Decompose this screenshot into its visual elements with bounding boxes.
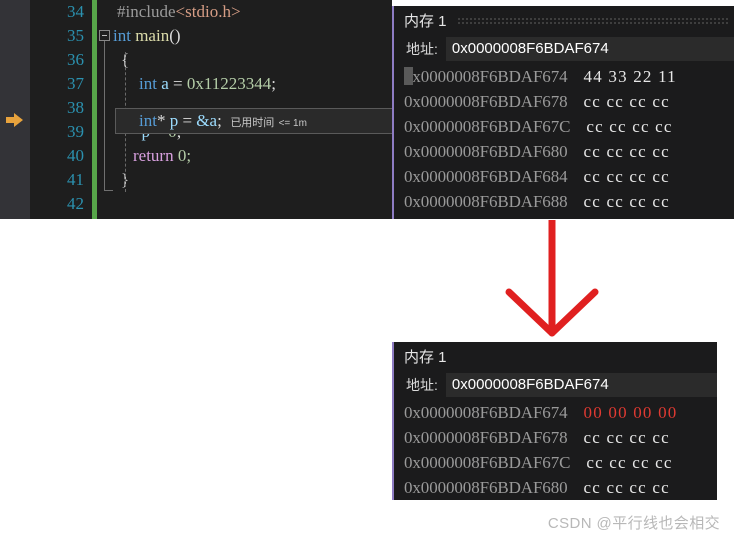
line-number: 34 xyxy=(67,2,84,21)
line-number: 41 xyxy=(67,170,84,189)
memory-row-address: 0x0000008F6BDAF674 xyxy=(404,403,568,422)
current-statement-text: int* p = &a; 已用时间 <= 1m xyxy=(139,111,307,130)
watermark-text: CSDN @平行线也会相交 xyxy=(547,515,720,532)
function-name-token: main xyxy=(135,26,170,45)
memory-row-bytes: 00 00 00 00 xyxy=(583,403,678,422)
address-input[interactable]: 0x0000008F6BDAF674 xyxy=(445,37,734,61)
number-token: 0; xyxy=(177,146,192,165)
memory-row[interactable]: 0x0000008F6BDAF680 cc cc cc cc xyxy=(394,139,734,164)
memory-row-address: 0x0000008F6BDAF680 xyxy=(404,478,568,497)
breakpoint-margin[interactable] xyxy=(0,0,30,219)
address-label: 地址: xyxy=(406,41,438,57)
memory-window-top[interactable]: 内存 1 地址: 0x0000008F6BDAF674 0x0000008F6B… xyxy=(392,6,734,219)
variable-token: p xyxy=(169,111,179,130)
variable-token: a xyxy=(161,74,169,93)
memory-row-bytes: 44 33 22 11 xyxy=(583,67,677,86)
down-arrow-icon xyxy=(505,220,599,337)
memory-row-bytes: cc cc cc cc xyxy=(583,478,670,497)
brace-guide-foot xyxy=(104,190,113,191)
code-line[interactable]: #include<stdio.h> xyxy=(97,0,392,24)
keyword-token: int xyxy=(113,26,131,45)
memory-row-address: 0x0000008F6BDAF678 xyxy=(404,92,568,111)
code-line[interactable]: } xyxy=(97,168,392,192)
address-of-token: &a xyxy=(196,111,218,130)
memory-row-bytes: cc cc cc cc xyxy=(583,142,670,161)
memory-window-title: 内存 1 xyxy=(404,13,447,30)
line-number: 35 xyxy=(67,26,84,45)
memory-row[interactable]: 0x0000008F6BDAF684 cc cc cc cc xyxy=(394,164,734,189)
memory-row-address: 0x0000008F6BDAF674 xyxy=(394,64,568,89)
memory-row-address: 0x0000008F6BDAF684 xyxy=(404,167,568,186)
memory-titlebar[interactable]: 内存 1 xyxy=(394,342,717,371)
memory-row-address: 0x0000008F6BDAF688 xyxy=(404,192,568,211)
line-number: 40 xyxy=(67,146,84,165)
address-input[interactable]: 0x0000008F6BDAF674 xyxy=(445,373,717,397)
code-line[interactable]: int main() xyxy=(97,24,392,48)
line-number: 37 xyxy=(67,74,84,93)
execution-pointer-arrow xyxy=(6,113,24,127)
memory-titlebar[interactable]: 内存 1 xyxy=(394,6,734,35)
memory-row-address: 0x0000008F6BDAF680 xyxy=(404,142,568,161)
memory-row-address: 0x0000008F6BDAF67C xyxy=(404,453,571,472)
include-header-token: <stdio.h> xyxy=(175,2,241,21)
memory-row-bytes: cc cc cc cc xyxy=(586,453,673,472)
elapsed-time-label: 已用时间 xyxy=(230,117,275,129)
code-area[interactable]: #include<stdio.h> int main() { int a = 0… xyxy=(97,0,392,219)
number-token: 0x11223344 xyxy=(186,74,272,93)
memory-rows: 0x0000008F6BDAF674 44 33 22 11 0x0000008… xyxy=(394,63,734,214)
memory-row-bytes: cc cc cc cc xyxy=(586,117,673,136)
code-line[interactable] xyxy=(97,192,392,216)
memory-row[interactable]: 0x0000008F6BDAF678 cc cc cc cc xyxy=(394,89,734,114)
preprocessor-token: #include xyxy=(117,2,176,21)
keyword-return-token: return xyxy=(133,146,174,165)
memory-row[interactable]: 0x0000008F6BDAF680 cc cc cc cc xyxy=(394,475,717,500)
memory-row[interactable]: 0x0000008F6BDAF674 44 33 22 11 xyxy=(394,64,734,89)
memory-row[interactable]: 0x0000008F6BDAF67C cc cc cc cc xyxy=(394,450,717,475)
titlebar-drag-dots[interactable] xyxy=(456,16,730,25)
memory-row-address: 0x0000008F6BDAF678 xyxy=(404,428,568,447)
memory-rows: 0x0000008F6BDAF674 00 00 00 00 0x0000008… xyxy=(394,399,717,500)
line-number: 38 xyxy=(67,98,84,117)
brace-guide-line xyxy=(104,41,105,191)
memory-row-address: 0x0000008F6BDAF67C xyxy=(404,117,571,136)
code-editor[interactable]: 34 35 36 37 38 39 40 41 42 #include<stdi… xyxy=(0,0,392,219)
collapse-region-icon[interactable] xyxy=(99,30,110,41)
address-label: 地址: xyxy=(406,377,438,393)
memory-row[interactable]: 0x0000008F6BDAF688 cc cc cc cc xyxy=(394,189,734,214)
memory-window-bottom[interactable]: 内存 1 地址: 0x0000008F6BDAF674 0x0000008F6B… xyxy=(392,342,717,500)
memory-row[interactable]: 0x0000008F6BDAF674 00 00 00 00 xyxy=(394,400,717,425)
paren-token: () xyxy=(169,26,181,45)
memory-window-title: 内存 1 xyxy=(404,349,447,366)
memory-row[interactable]: 0x0000008F6BDAF678 cc cc cc cc xyxy=(394,425,717,450)
code-line[interactable]: int a = 0x11223344; xyxy=(97,72,392,96)
elapsed-time-value: <= 1m xyxy=(278,118,307,129)
line-number: 42 xyxy=(67,194,84,213)
keyword-token: int xyxy=(139,74,157,93)
memory-row[interactable]: 0x0000008F6BDAF67C cc cc cc cc xyxy=(394,114,734,139)
memory-row-bytes: cc cc cc cc xyxy=(583,167,670,186)
memory-row-bytes: cc cc cc cc xyxy=(583,192,670,211)
memory-address-bar[interactable]: 地址: 0x0000008F6BDAF674 xyxy=(394,371,717,399)
line-number: 39 xyxy=(67,122,84,141)
memory-address-bar[interactable]: 地址: 0x0000008F6BDAF674 xyxy=(394,35,734,63)
memory-row-bytes: cc cc cc cc xyxy=(583,428,670,447)
line-number: 36 xyxy=(67,50,84,69)
keyword-token: int xyxy=(139,111,157,130)
code-line[interactable]: { xyxy=(97,48,392,72)
line-number-gutter: 34 35 36 37 38 39 40 41 42 xyxy=(30,0,92,219)
code-line[interactable]: return 0; xyxy=(97,144,392,168)
memory-row-bytes: cc cc cc cc xyxy=(583,92,670,111)
